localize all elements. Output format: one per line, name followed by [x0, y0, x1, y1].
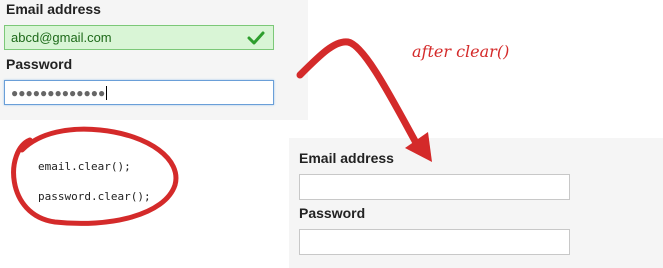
arrow-stroke [296, 38, 424, 154]
annotation-overlay [11, 38, 432, 226]
code-line-email: email.clear(); [38, 160, 131, 173]
code-circle [11, 126, 179, 226]
after-clear-note: after clear() [412, 42, 510, 61]
code-line-password: password.clear(); [38, 190, 151, 203]
